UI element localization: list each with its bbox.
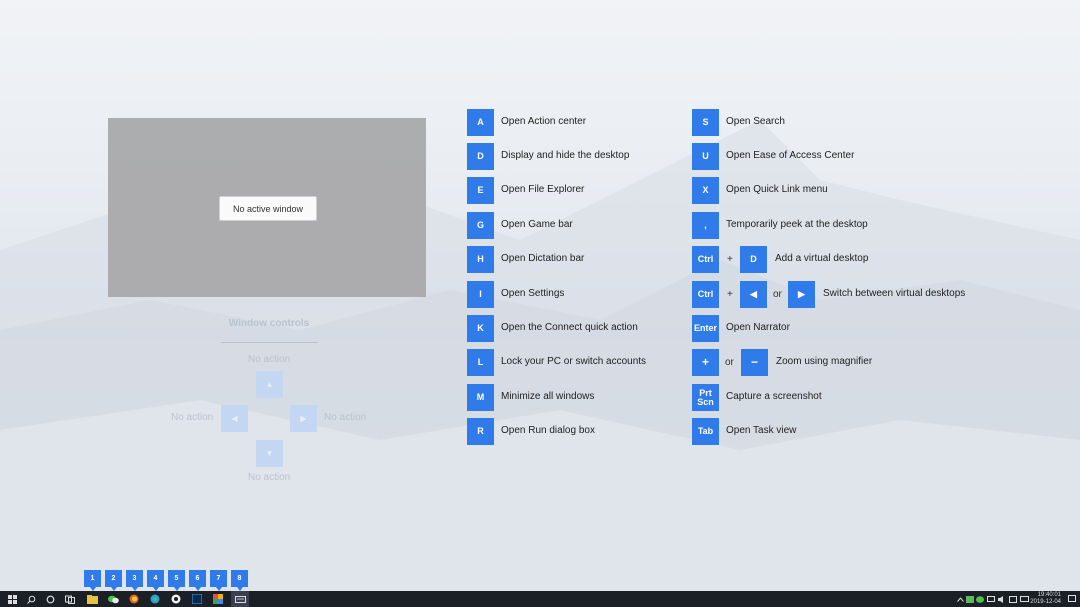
taskbar-badge-1: 1 [84, 570, 101, 591]
key-right-arrow: ▶ [788, 281, 815, 308]
taskbar: 19:40:01 2019-12-04 [0, 591, 1080, 607]
key-r: R [467, 418, 494, 445]
or-operator: or [725, 357, 734, 368]
window-controls-divider [221, 342, 318, 343]
window-controls-title: Window controls [228, 318, 310, 329]
photoshop-icon[interactable] [189, 591, 205, 607]
key-d-right: D [740, 246, 767, 273]
shortcut-desc: Open Game bar [501, 219, 573, 230]
key-x: X [692, 177, 719, 204]
cortana-icon[interactable] [42, 591, 58, 607]
taskbar-badge-8: 8 [231, 570, 248, 591]
left-action-label: No action [171, 412, 214, 423]
key-g: G [467, 212, 494, 239]
key-comma: , [692, 212, 719, 239]
shortcut-desc: Temporarily peek at the desktop [726, 219, 868, 230]
shortcut-desc: Minimize all windows [501, 391, 595, 402]
key-e: E [467, 177, 494, 204]
app-icon[interactable] [210, 591, 226, 607]
shortcut-desc: Open Search [726, 116, 785, 127]
plus-operator: + [727, 289, 733, 300]
desktop-wallpaper [0, 0, 1080, 607]
snap-right-button[interactable]: ▶ [290, 405, 317, 432]
taskbar-badge-3: 3 [126, 570, 143, 591]
taskbar-badge-6: 6 [189, 570, 206, 591]
key-a: A [467, 109, 494, 136]
shortcut-desc: Open Run dialog box [501, 425, 595, 436]
snap-up-button[interactable]: ▲ [256, 371, 283, 398]
key-d: D [467, 143, 494, 170]
shortcut-desc: Lock your PC or switch accounts [501, 356, 647, 367]
chrome-icon[interactable] [168, 591, 184, 607]
snap-left-button[interactable]: ◀ [221, 405, 248, 432]
notification-icon[interactable] [1064, 591, 1080, 607]
shortcut-desc: Open Settings [501, 288, 565, 299]
shortcut-desc: Open Dictation bar [501, 253, 585, 264]
shortcut-desc: Capture a screenshot [726, 391, 822, 402]
taskbar-badge-7: 7 [210, 570, 227, 591]
no-active-window-label: No active window [219, 196, 317, 221]
shortcut-desc: Open Quick Link menu [726, 184, 828, 195]
key-minus: − [741, 349, 768, 376]
up-action-label: No action [248, 354, 291, 365]
key-ctrl: Ctrl [692, 281, 719, 308]
key-h: H [467, 246, 494, 273]
key-k: K [467, 315, 494, 342]
key-plus: + [692, 349, 719, 376]
shortcut-desc: Zoom using magnifier [776, 356, 873, 367]
shortcut-desc: Open Narrator [726, 322, 790, 333]
taskbar-clock[interactable]: 19:40:01 2019-12-04 [1027, 592, 1061, 606]
key-tab: Tab [692, 418, 719, 445]
right-action-label: No action [324, 412, 367, 423]
windows-logo-icon[interactable] [4, 591, 20, 607]
key-ctrl: Ctrl [692, 246, 719, 273]
key-m: M [467, 384, 494, 411]
file-explorer-icon[interactable] [84, 591, 100, 607]
key-i: I [467, 281, 494, 308]
clock-date: 2019-12-04 [1030, 599, 1061, 605]
plus-operator: + [727, 254, 733, 265]
snap-down-button[interactable]: ▼ [256, 440, 283, 467]
taskbar-badge-4: 4 [147, 570, 164, 591]
shortcut-desc: Add a virtual desktop [775, 253, 869, 264]
key-prtscn: Prt Scn [692, 384, 719, 411]
edge-icon[interactable] [147, 591, 163, 607]
key-left-arrow: ◀ [740, 281, 767, 308]
shortcut-desc: Open Ease of Access Center [726, 150, 855, 161]
shortcut-desc: Display and hide the desktop [501, 150, 630, 161]
shortcut-desc: Open Action center [501, 116, 587, 127]
shortcut-desc: Switch between virtual desktops [823, 288, 966, 299]
shortcut-desc: Open File Explorer [501, 184, 585, 195]
search-icon[interactable] [23, 591, 39, 607]
shortcut-desc: Open the Connect quick action [501, 322, 638, 333]
key-s: S [692, 109, 719, 136]
firefox-icon[interactable] [126, 591, 142, 607]
key-l: L [467, 349, 494, 376]
taskbar-badge-2: 2 [105, 570, 122, 591]
down-action-label: No action [248, 472, 291, 483]
wechat-icon[interactable] [105, 591, 121, 607]
taskbar-badge-5: 5 [168, 570, 185, 591]
key-u: U [692, 143, 719, 170]
task-view-icon[interactable] [62, 591, 78, 607]
shortcut-desc: Open Task view [726, 425, 797, 436]
key-enter: Enter [692, 315, 719, 342]
clock-time: 19:40:01 [1037, 592, 1061, 598]
or-operator: or [773, 289, 782, 300]
keyboard-app-icon[interactable] [231, 591, 249, 607]
